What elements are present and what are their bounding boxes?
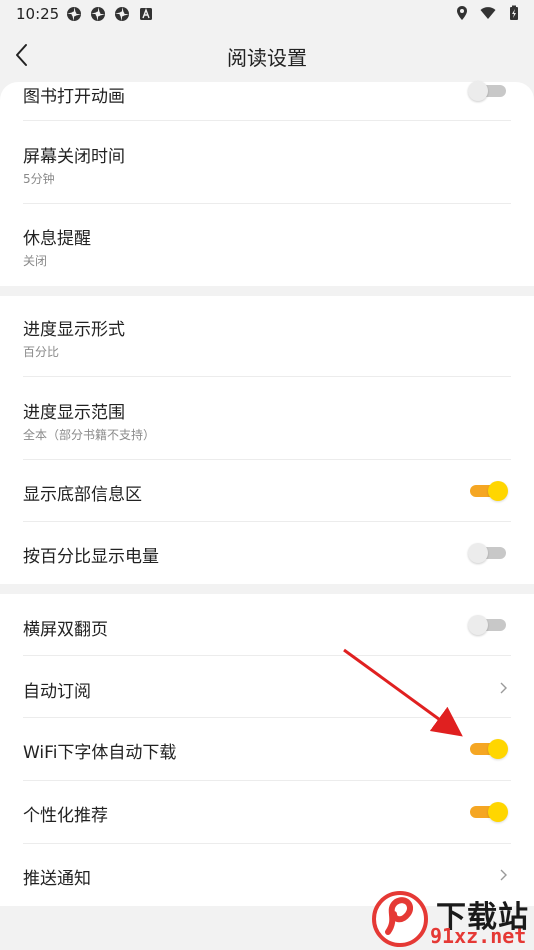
location-icon (457, 6, 467, 20)
setting-auto-subscribe[interactable]: 自动订阅 (0, 656, 534, 718)
settings-group-progress: 进度显示形式 百分比 进度显示范围 全本（部分书籍不支持） 显示底部信息区 按百… (0, 296, 534, 584)
settings-group-other: 横屏双翻页 自动订阅 WiFi下字体自动下载 个性化推荐 推送通知 (0, 594, 534, 906)
setting-screen-off-time[interactable]: 屏幕关闭时间 5分钟 (0, 121, 534, 203)
setting-label: 按百分比显示电量 (23, 547, 159, 567)
setting-label: 休息提醒 (23, 229, 91, 249)
app-header: 阅读设置 (0, 28, 534, 82)
landscape-double-page-toggle[interactable] (468, 615, 506, 635)
book-open-animation-toggle[interactable] (468, 81, 506, 101)
setting-label: 进度显示形式 (23, 320, 125, 340)
setting-label: 进度显示范围 (23, 403, 125, 423)
app-icon (67, 7, 81, 21)
app-icon (91, 7, 105, 21)
notification-a-icon (140, 8, 152, 20)
setting-progress-format[interactable]: 进度显示形式 百分比 (0, 296, 534, 377)
setting-landscape-double-page[interactable]: 横屏双翻页 (0, 594, 534, 655)
setting-label: 自动订阅 (23, 682, 91, 702)
setting-label: 横屏双翻页 (23, 620, 108, 640)
battery-percent-toggle[interactable] (468, 543, 506, 563)
setting-battery-percent[interactable]: 按百分比显示电量 (0, 522, 534, 584)
battery-icon (510, 5, 518, 20)
setting-personalized-recommend[interactable]: 个性化推荐 (0, 781, 534, 843)
setting-rest-reminder[interactable]: 休息提醒 关闭 (0, 204, 534, 286)
chevron-right-icon (500, 682, 507, 694)
setting-bottom-info-area[interactable]: 显示底部信息区 (0, 460, 534, 521)
setting-label: 个性化推荐 (23, 806, 108, 826)
setting-value: 5分钟 (23, 172, 55, 186)
personalized-recommend-toggle[interactable] (470, 802, 508, 822)
setting-wifi-font-download[interactable]: WiFi下字体自动下载 (0, 718, 534, 780)
status-time: 10:25 (16, 5, 60, 23)
setting-label: 显示底部信息区 (23, 485, 142, 505)
status-system-icons (454, 5, 522, 21)
wifi-icon (480, 7, 496, 20)
wifi-font-download-toggle[interactable] (470, 739, 508, 759)
chevron-right-icon (500, 869, 507, 881)
toggle-knob (488, 739, 508, 759)
setting-progress-range[interactable]: 进度显示范围 全本（部分书籍不支持） (0, 377, 534, 460)
toggle-knob (488, 802, 508, 822)
toggle-knob (468, 615, 488, 635)
status-bar: 10:25 (0, 0, 534, 28)
toggle-knob (468, 81, 488, 101)
setting-label: 图书打开动画 (23, 87, 125, 107)
setting-value: 关闭 (23, 254, 48, 268)
bottom-info-area-toggle[interactable] (470, 481, 508, 501)
status-notification-icons (66, 6, 154, 22)
app-icon (115, 7, 129, 21)
setting-label: 推送通知 (23, 869, 91, 889)
toggle-knob (488, 481, 508, 501)
settings-group-display: 图书打开动画 屏幕关闭时间 5分钟 休息提醒 关闭 (0, 81, 534, 286)
setting-value: 全本（部分书籍不支持） (23, 428, 156, 442)
setting-label: 屏幕关闭时间 (23, 147, 125, 167)
toggle-knob (468, 543, 488, 563)
page-title: 阅读设置 (227, 46, 307, 70)
setting-value: 百分比 (23, 345, 60, 359)
setting-book-open-animation[interactable]: 图书打开动画 (0, 81, 534, 120)
setting-label: WiFi下字体自动下载 (23, 743, 177, 763)
watermark-url: 91xz.net (430, 924, 527, 948)
